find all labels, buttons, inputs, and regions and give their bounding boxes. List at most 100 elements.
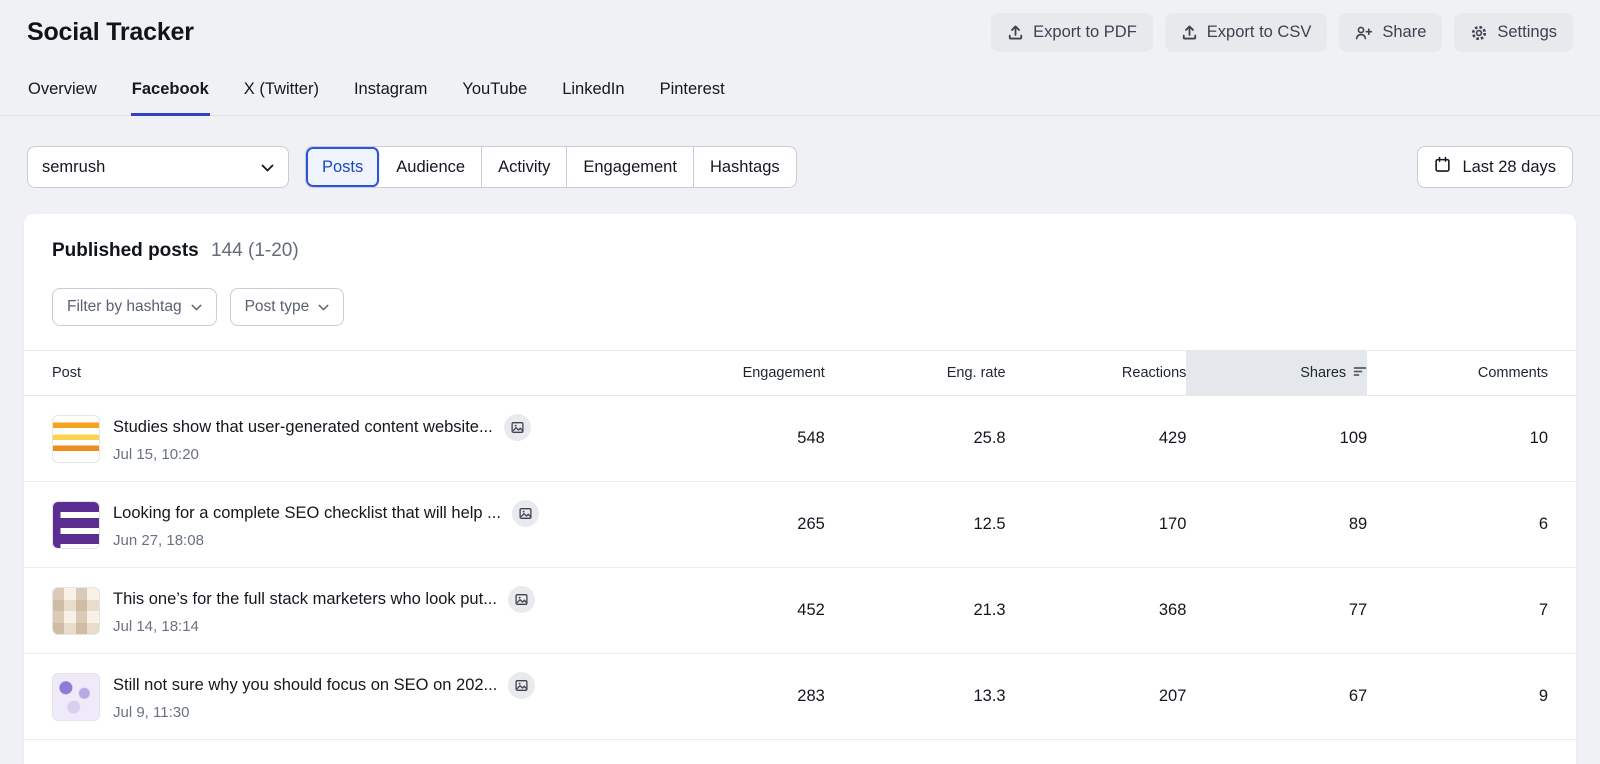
export-pdf-label: Export to PDF xyxy=(1033,23,1137,41)
table-row: This one’s for the full stack marketers … xyxy=(24,568,1576,654)
tab-youtube[interactable]: YouTube xyxy=(461,70,528,116)
settings-label: Settings xyxy=(1497,23,1557,41)
table-header-row: Post Engagement Eng. rate Reactions Shar… xyxy=(24,350,1576,396)
post-type-label: Post type xyxy=(244,298,310,315)
post-date: Jul 15, 10:20 xyxy=(113,446,199,463)
share-user-plus-icon xyxy=(1355,25,1373,41)
post-text: Studies show that user-generated content… xyxy=(113,414,531,463)
post-thumbnail[interactable] xyxy=(52,414,100,463)
post-cell: Studies show that user-generated content… xyxy=(52,414,644,463)
segment-posts[interactable]: Posts xyxy=(306,147,381,187)
posts-count: 144 (1-20) xyxy=(211,240,299,261)
sort-descending-icon xyxy=(1353,365,1367,381)
image-media-icon xyxy=(507,586,535,613)
column-header-comments[interactable]: Comments xyxy=(1367,351,1548,395)
profile-select[interactable]: semrush xyxy=(27,146,289,188)
comments-value: 7 xyxy=(1538,601,1548,619)
post-title-link[interactable]: Looking for a complete SEO checklist tha… xyxy=(113,504,501,523)
tab-overview[interactable]: Overview xyxy=(27,70,98,116)
chevron-down-icon xyxy=(318,298,329,316)
engagement-value: 452 xyxy=(797,601,825,619)
comments-value: 9 xyxy=(1538,687,1548,705)
filter-by-hashtag-label: Filter by hashtag xyxy=(67,298,182,315)
post-date: Jun 27, 18:08 xyxy=(113,532,204,549)
column-header-shares[interactable]: Shares xyxy=(1186,351,1368,395)
post-thumbnail[interactable] xyxy=(52,500,100,549)
tab-x-twitter[interactable]: X (Twitter) xyxy=(243,70,320,116)
export-icon xyxy=(1181,24,1198,41)
shares-value: 109 xyxy=(1339,429,1368,447)
date-range-label: Last 28 days xyxy=(1462,157,1556,176)
chevron-down-icon xyxy=(191,298,202,316)
profile-select-value: semrush xyxy=(42,157,106,176)
gear-icon xyxy=(1470,24,1488,42)
post-cell: This one’s for the full stack marketers … xyxy=(52,586,644,635)
post-date: Jul 9, 11:30 xyxy=(113,704,190,721)
post-type-dropdown[interactable]: Post type xyxy=(229,288,345,326)
card-title: Published posts xyxy=(52,240,199,261)
eng-rate-value: 13.3 xyxy=(973,687,1006,705)
chevron-down-icon xyxy=(261,158,274,177)
engagement-value: 548 xyxy=(797,429,825,447)
table-row: Still not sure why you should focus on S… xyxy=(24,654,1576,740)
reactions-value: 429 xyxy=(1158,429,1187,447)
image-media-icon xyxy=(511,500,539,527)
column-header-post: Post xyxy=(52,365,82,381)
comments-value: 10 xyxy=(1529,429,1548,447)
reactions-value: 170 xyxy=(1158,515,1187,533)
post-text: Still not sure why you should focus on S… xyxy=(113,672,536,721)
export-icon xyxy=(1007,24,1024,41)
tab-linkedin[interactable]: LinkedIn xyxy=(561,70,625,116)
post-title-link[interactable]: Still not sure why you should focus on S… xyxy=(113,676,497,695)
tab-pinterest[interactable]: Pinterest xyxy=(659,70,726,116)
shares-header-label: Shares xyxy=(1300,365,1347,381)
reactions-value: 207 xyxy=(1158,687,1187,705)
post-cell: Still not sure why you should focus on S… xyxy=(52,672,644,721)
export-pdf-button[interactable]: Export to PDF xyxy=(991,13,1153,52)
engagement-value: 265 xyxy=(797,515,825,533)
segment-engagement[interactable]: Engagement xyxy=(567,147,694,187)
top-bar: Social Tracker Export to PDF Export to C… xyxy=(0,0,1600,62)
post-title-link[interactable]: This one’s for the full stack marketers … xyxy=(113,590,497,609)
image-media-icon xyxy=(503,414,531,441)
tab-facebook[interactable]: Facebook xyxy=(130,70,210,116)
segment-audience[interactable]: Audience xyxy=(380,147,483,187)
export-csv-button[interactable]: Export to CSV xyxy=(1164,13,1328,52)
post-text: Looking for a complete SEO checklist tha… xyxy=(113,500,539,549)
date-range-button[interactable]: Last 28 days xyxy=(1417,146,1573,188)
column-header-eng-rate[interactable]: Eng. rate xyxy=(825,351,1006,395)
controls-row: semrush Posts Audience Activity Engageme… xyxy=(0,116,1600,214)
page-title: Social Tracker xyxy=(27,18,194,46)
column-header-reactions[interactable]: Reactions xyxy=(1006,351,1186,395)
post-title-link[interactable]: Studies show that user-generated content… xyxy=(113,418,493,437)
report-segments: Posts Audience Activity Engagement Hasht… xyxy=(305,146,797,188)
top-bar-actions: Export to PDF Export to CSV Share Settin… xyxy=(991,13,1573,52)
published-posts-card: Published posts 144 (1-20) Filter by has… xyxy=(24,214,1576,764)
eng-rate-value: 21.3 xyxy=(973,601,1006,619)
segment-hashtags[interactable]: Hashtags xyxy=(694,147,796,187)
post-thumbnail[interactable] xyxy=(52,586,100,635)
post-date: Jul 14, 18:14 xyxy=(113,618,199,635)
eng-rate-value: 25.8 xyxy=(973,429,1006,447)
card-header: Published posts 144 (1-20) xyxy=(24,214,1576,262)
table-row: Studies show that user-generated content… xyxy=(24,396,1576,482)
image-media-icon xyxy=(508,672,536,699)
export-csv-label: Export to CSV xyxy=(1206,23,1312,41)
channel-tabs: Overview Facebook X (Twitter) Instagram … xyxy=(0,62,1600,116)
table-row: Looking for a complete SEO checklist tha… xyxy=(24,482,1576,568)
post-thumbnail[interactable] xyxy=(52,672,100,721)
engagement-value: 283 xyxy=(797,687,825,705)
share-button[interactable]: Share xyxy=(1339,13,1443,52)
column-header-engagement[interactable]: Engagement xyxy=(644,351,825,395)
filter-by-hashtag-dropdown[interactable]: Filter by hashtag xyxy=(52,288,217,326)
table-filters: Filter by hashtag Post type xyxy=(24,262,1576,326)
shares-value: 67 xyxy=(1348,687,1368,705)
settings-button[interactable]: Settings xyxy=(1454,13,1573,52)
social-tracker-page: Social Tracker Export to PDF Export to C… xyxy=(0,0,1600,764)
post-text: This one’s for the full stack marketers … xyxy=(113,586,535,635)
shares-value: 77 xyxy=(1348,601,1368,619)
post-cell: Looking for a complete SEO checklist tha… xyxy=(52,500,644,549)
segment-activity[interactable]: Activity xyxy=(482,147,568,187)
shares-value: 89 xyxy=(1348,515,1368,533)
tab-instagram[interactable]: Instagram xyxy=(353,70,428,116)
